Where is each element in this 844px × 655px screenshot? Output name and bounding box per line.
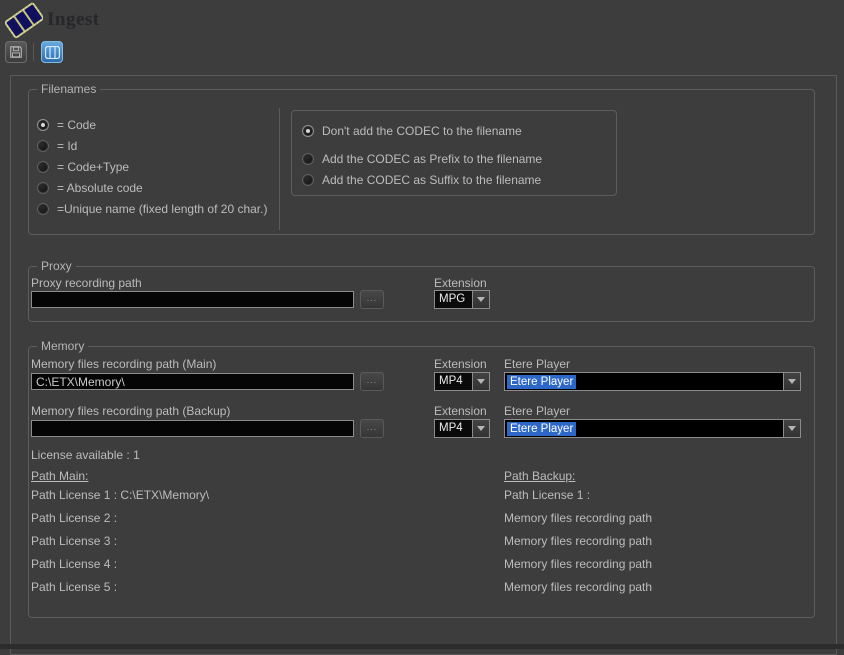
radio-option-unique-name[interactable]: =Unique name (fixed length of 20 char.) bbox=[37, 202, 267, 216]
radio-icon[interactable] bbox=[37, 119, 49, 131]
radio-label: Don't add the CODEC to the filename bbox=[322, 124, 522, 138]
radio-icon[interactable] bbox=[302, 125, 314, 137]
radio-codec-suffix[interactable]: Add the CODEC as Suffix to the filename bbox=[302, 173, 541, 187]
radio-label: = Code bbox=[57, 118, 96, 132]
memory-group-legend: Memory bbox=[37, 340, 88, 353]
path-backup-line-3: Memory files recording path bbox=[504, 534, 652, 548]
filenames-group-legend: Filenames bbox=[37, 83, 100, 96]
path-main-heading: Path Main: bbox=[31, 469, 88, 483]
radio-option-absolute-code[interactable]: = Absolute code bbox=[37, 181, 143, 195]
chevron-down-icon[interactable] bbox=[472, 420, 489, 437]
memory-main-extension-value: MP4 bbox=[435, 373, 472, 390]
radio-label: =Unique name (fixed length of 20 char.) bbox=[57, 202, 267, 216]
radio-icon[interactable] bbox=[302, 153, 314, 165]
proxy-group: Proxy Proxy recording path ... Extension… bbox=[28, 266, 815, 322]
radio-label: Add the CODEC as Suffix to the filename bbox=[322, 173, 541, 187]
radio-option-id[interactable]: = Id bbox=[37, 139, 77, 153]
memory-backup-path-label: Memory files recording path (Backup) bbox=[31, 404, 230, 418]
radio-icon[interactable] bbox=[37, 203, 49, 215]
proxy-extension-label: Extension bbox=[434, 276, 487, 290]
chevron-down-icon[interactable] bbox=[783, 420, 800, 437]
path-main-license-3: Path License 3 : bbox=[31, 534, 117, 548]
memory-backup-player-select[interactable]: Etere Player bbox=[504, 419, 801, 438]
memory-main-path-label: Memory files recording path (Main) bbox=[31, 357, 216, 371]
proxy-extension-value: MPG bbox=[435, 291, 472, 308]
page-title: Ingest bbox=[47, 9, 100, 31]
memory-main-extension-select[interactable]: MP4 bbox=[434, 372, 490, 391]
radio-label: = Absolute code bbox=[57, 181, 143, 195]
path-backup-heading: Path Backup: bbox=[504, 469, 575, 483]
memory-backup-browse-button[interactable]: ... bbox=[360, 419, 384, 438]
path-backup-line-2: Memory files recording path bbox=[504, 511, 652, 525]
radio-label: Add the CODEC as Prefix to the filename bbox=[322, 152, 542, 166]
floppy-disk-icon bbox=[9, 45, 23, 59]
film-frames-icon bbox=[45, 46, 60, 59]
radio-codec-none[interactable]: Don't add the CODEC to the filename bbox=[302, 124, 522, 138]
proxy-group-legend: Proxy bbox=[37, 260, 76, 273]
radio-icon[interactable] bbox=[302, 174, 314, 186]
proxy-path-label: Proxy recording path bbox=[31, 276, 142, 290]
save-button[interactable] bbox=[5, 41, 27, 63]
path-main-license-5: Path License 5 : bbox=[31, 580, 117, 594]
memory-backup-extension-select[interactable]: MP4 bbox=[434, 419, 490, 438]
path-backup-line-5: Memory files recording path bbox=[504, 580, 652, 594]
proxy-browse-button[interactable]: ... bbox=[360, 290, 384, 309]
memory-main-path-input[interactable] bbox=[31, 373, 354, 390]
memory-main-player-value: Etere Player bbox=[507, 375, 576, 389]
proxy-path-input[interactable] bbox=[31, 291, 354, 308]
radio-icon[interactable] bbox=[37, 182, 49, 194]
memory-backup-extension-value: MP4 bbox=[435, 420, 472, 437]
radio-codec-prefix[interactable]: Add the CODEC as Prefix to the filename bbox=[302, 152, 542, 166]
license-available-text: License available : 1 bbox=[31, 448, 140, 462]
chevron-down-icon[interactable] bbox=[472, 291, 489, 308]
bottom-edge bbox=[0, 644, 844, 649]
radio-option-code[interactable]: = Code bbox=[37, 118, 96, 132]
radio-label: = Code+Type bbox=[57, 160, 129, 174]
memory-backup-player-value: Etere Player bbox=[507, 422, 576, 436]
path-main-license-2: Path License 2 : bbox=[31, 511, 117, 525]
proxy-extension-select[interactable]: MPG bbox=[434, 290, 490, 309]
path-main-license-4: Path License 4 : bbox=[31, 557, 117, 571]
memory-group: Memory Memory files recording path (Main… bbox=[28, 346, 815, 618]
radio-icon[interactable] bbox=[37, 161, 49, 173]
path-backup-line-4: Memory files recording path bbox=[504, 557, 652, 571]
memory-backup-path-input[interactable] bbox=[31, 420, 354, 437]
path-backup-license-1: Path License 1 : bbox=[504, 488, 590, 502]
film-strip-icon bbox=[5, 2, 43, 39]
ingest-media-button[interactable] bbox=[41, 41, 63, 63]
radio-option-code-type[interactable]: = Code+Type bbox=[37, 160, 129, 174]
radio-label: = Id bbox=[57, 139, 77, 153]
chevron-down-icon[interactable] bbox=[783, 373, 800, 390]
path-main-license-1: Path License 1 : C:\ETX\Memory\ bbox=[31, 488, 209, 502]
codec-options-box: Don't add the CODEC to the filename Add … bbox=[291, 110, 617, 196]
memory-backup-extension-label: Extension bbox=[434, 404, 487, 418]
memory-main-player-label: Etere Player bbox=[504, 357, 570, 371]
memory-backup-player-label: Etere Player bbox=[504, 404, 570, 418]
radio-icon[interactable] bbox=[37, 140, 49, 152]
memory-main-browse-button[interactable]: ... bbox=[360, 372, 384, 391]
filenames-divider bbox=[279, 108, 280, 230]
chevron-down-icon[interactable] bbox=[472, 373, 489, 390]
filenames-group: Filenames = Code = Id = Code+Type = Abso… bbox=[28, 89, 815, 235]
memory-main-extension-label: Extension bbox=[434, 357, 487, 371]
memory-main-player-select[interactable]: Etere Player bbox=[504, 372, 801, 391]
toolbar-separator bbox=[33, 43, 34, 61]
